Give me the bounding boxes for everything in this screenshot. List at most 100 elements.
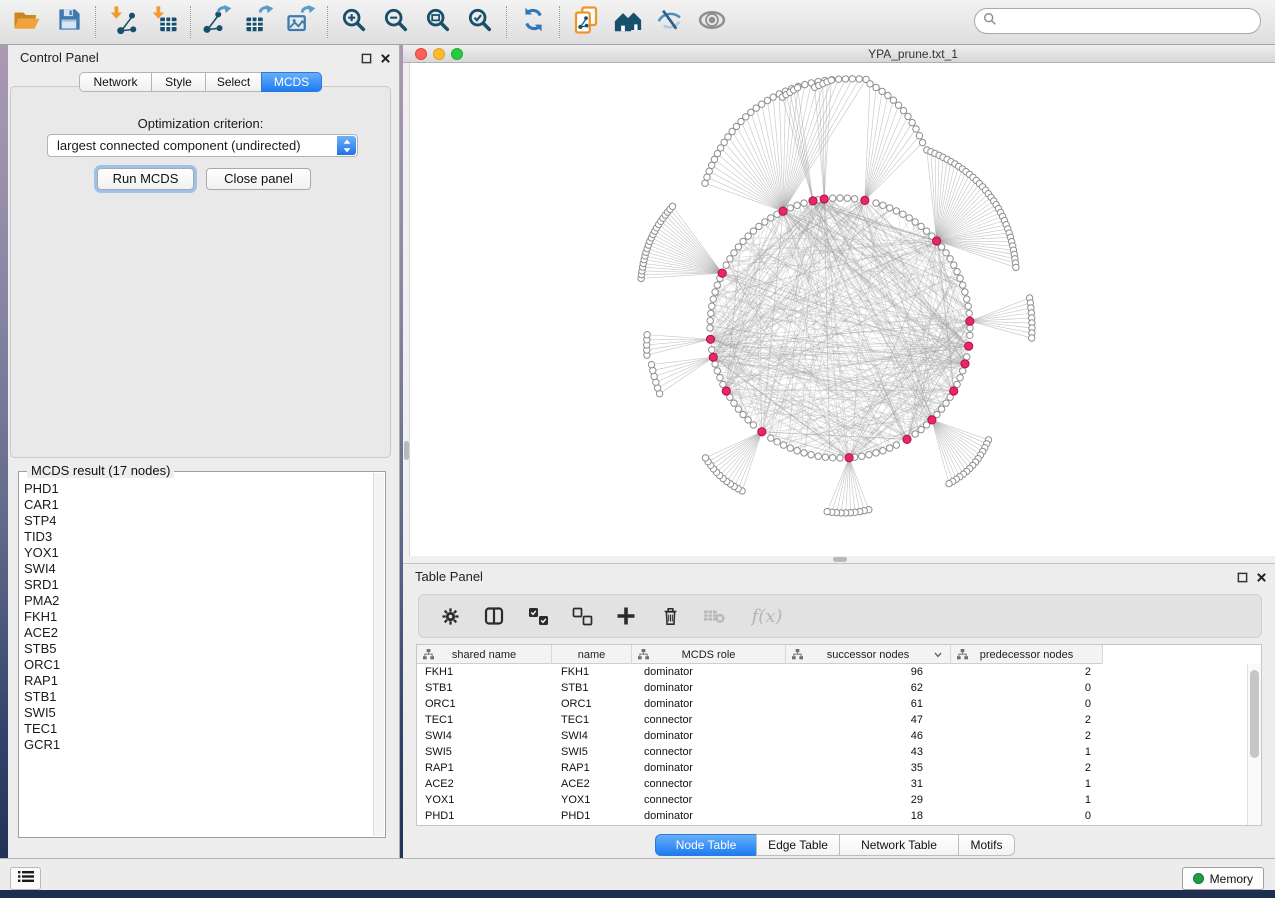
log-console-button[interactable]	[10, 867, 41, 890]
column-header-predecessor-nodes[interactable]: predecessor nodes	[951, 645, 1103, 664]
network-graph[interactable]	[410, 63, 1275, 556]
delete-table-button[interactable]	[701, 603, 727, 629]
table-cell[interactable]: dominator	[632, 682, 786, 694]
show-columns-button[interactable]	[481, 603, 507, 629]
tab-node-table[interactable]: Node Table	[655, 834, 757, 856]
save-session-button[interactable]	[48, 3, 90, 41]
table-cell[interactable]: ORC1	[552, 698, 632, 710]
table-cell[interactable]: SWI4	[552, 730, 632, 742]
mcds-result-item[interactable]: FKH1	[24, 609, 371, 625]
table-cell[interactable]: 29	[786, 794, 951, 806]
zoom-window-light[interactable]	[451, 48, 463, 60]
table-cell[interactable]: connector	[632, 794, 786, 806]
zoom-out-button[interactable]	[375, 3, 417, 41]
open-file-button[interactable]	[6, 3, 48, 41]
network-canvas[interactable]	[410, 63, 1275, 556]
mcds-result-item[interactable]: TID3	[24, 529, 371, 545]
table-cell[interactable]: YOX1	[417, 794, 552, 806]
tab-style[interactable]: Style	[151, 72, 206, 92]
table-row[interactable]: SWI4SWI4dominator462	[417, 728, 1247, 744]
float-panel-icon[interactable]	[361, 51, 372, 69]
table-row[interactable]: FKH1FKH1dominator962	[417, 664, 1247, 680]
table-row[interactable]: ACE2ACE2connector311	[417, 776, 1247, 792]
table-cell[interactable]: 61	[786, 698, 951, 710]
table-cell[interactable]: FKH1	[552, 666, 632, 678]
table-row[interactable]: PHD1PHD1dominator180	[417, 808, 1247, 824]
show-hidden-button[interactable]	[691, 3, 733, 41]
table-row[interactable]: STB1STB1dominator620	[417, 680, 1247, 696]
optimization-select[interactable]: largest connected component (undirected)	[47, 134, 358, 157]
table-cell[interactable]: ORC1	[417, 698, 552, 710]
column-header-MCDS-role[interactable]: MCDS role	[632, 645, 786, 664]
table-cell[interactable]: TEC1	[552, 714, 632, 726]
table-cell[interactable]: dominator	[632, 810, 786, 822]
mcds-result-item[interactable]: CAR1	[24, 497, 371, 513]
mcds-result-item[interactable]: TEC1	[24, 721, 371, 737]
table-settings-button[interactable]	[437, 603, 463, 629]
table-cell[interactable]: dominator	[632, 666, 786, 678]
minimize-window-light[interactable]	[433, 48, 445, 60]
table-cell[interactable]: connector	[632, 714, 786, 726]
table-cell[interactable]: ACE2	[552, 778, 632, 790]
select-all-button[interactable]	[525, 603, 551, 629]
float-panel-icon[interactable]	[1237, 570, 1248, 588]
import-network-button[interactable]	[101, 3, 143, 41]
table-cell[interactable]: connector	[632, 746, 786, 758]
table-cell[interactable]: SWI4	[417, 730, 552, 742]
tab-network-table[interactable]: Network Table	[839, 834, 959, 856]
mcds-result-list[interactable]: PHD1CAR1STP4TID3YOX1SWI4SRD1PMA2FKH1ACE2…	[24, 481, 371, 833]
table-cell[interactable]: 2	[951, 730, 1103, 742]
table-cell[interactable]: ACE2	[417, 778, 552, 790]
network-horizontal-scrollbar[interactable]	[403, 556, 1275, 563]
table-cell[interactable]: dominator	[632, 762, 786, 774]
table-cell[interactable]: RAP1	[417, 762, 552, 774]
table-cell[interactable]: dominator	[632, 730, 786, 742]
mcds-result-item[interactable]: RAP1	[24, 673, 371, 689]
zoom-selected-button[interactable]	[459, 3, 501, 41]
table-cell[interactable]: 0	[951, 810, 1103, 822]
zoom-fit-button[interactable]	[417, 3, 459, 41]
mcds-result-item[interactable]: PHD1	[24, 481, 371, 497]
tab-motifs[interactable]: Motifs	[958, 834, 1015, 856]
table-cell[interactable]: 2	[951, 714, 1103, 726]
tab-mcds[interactable]: MCDS	[261, 72, 322, 92]
table-cell[interactable]: 47	[786, 714, 951, 726]
table-cell[interactable]: 31	[786, 778, 951, 790]
table-cell[interactable]: PHD1	[552, 810, 632, 822]
table-cell[interactable]: TEC1	[417, 714, 552, 726]
tab-edge-table[interactable]: Edge Table	[756, 834, 840, 856]
search-box[interactable]	[974, 8, 1261, 34]
table-row[interactable]: SWI5SWI5connector431	[417, 744, 1247, 760]
table-cell[interactable]: 35	[786, 762, 951, 774]
mcds-result-item[interactable]: GCR1	[24, 737, 371, 753]
close-panel-icon[interactable]	[380, 51, 391, 69]
close-panel-button[interactable]: Close panel	[206, 168, 311, 190]
run-mcds-button[interactable]: Run MCDS	[97, 168, 194, 190]
export-image-button[interactable]	[280, 3, 322, 41]
search-input[interactable]	[1002, 14, 1260, 28]
table-cell[interactable]: 2	[951, 762, 1103, 774]
table-cell[interactable]: 46	[786, 730, 951, 742]
network-vertical-scrollbar[interactable]	[403, 63, 410, 556]
import-table-button[interactable]	[143, 3, 185, 41]
table-cell[interactable]: 0	[951, 682, 1103, 694]
table-cell[interactable]: 1	[951, 794, 1103, 806]
close-window-light[interactable]	[415, 48, 427, 60]
table-row[interactable]: YOX1YOX1connector291	[417, 792, 1247, 808]
refresh-button[interactable]	[512, 3, 554, 41]
table-row[interactable]: TEC1TEC1connector472	[417, 712, 1247, 728]
column-header-successor-nodes[interactable]: successor nodes	[786, 645, 951, 664]
table-cell[interactable]: 96	[786, 666, 951, 678]
mcds-result-item[interactable]: SWI5	[24, 705, 371, 721]
tab-network[interactable]: Network	[79, 72, 152, 92]
memory-button[interactable]: Memory	[1182, 867, 1264, 890]
table-cell[interactable]: 62	[786, 682, 951, 694]
export-network-button[interactable]	[196, 3, 238, 41]
preferred-layout-button[interactable]	[607, 3, 649, 41]
hide-selected-button[interactable]	[649, 3, 691, 41]
table-row[interactable]: RAP1RAP1dominator352	[417, 760, 1247, 776]
mcds-result-item[interactable]: ACE2	[24, 625, 371, 641]
function-builder-button[interactable]: f(x)	[745, 603, 789, 629]
close-panel-icon[interactable]	[1256, 570, 1267, 588]
mcds-result-item[interactable]: PMA2	[24, 593, 371, 609]
